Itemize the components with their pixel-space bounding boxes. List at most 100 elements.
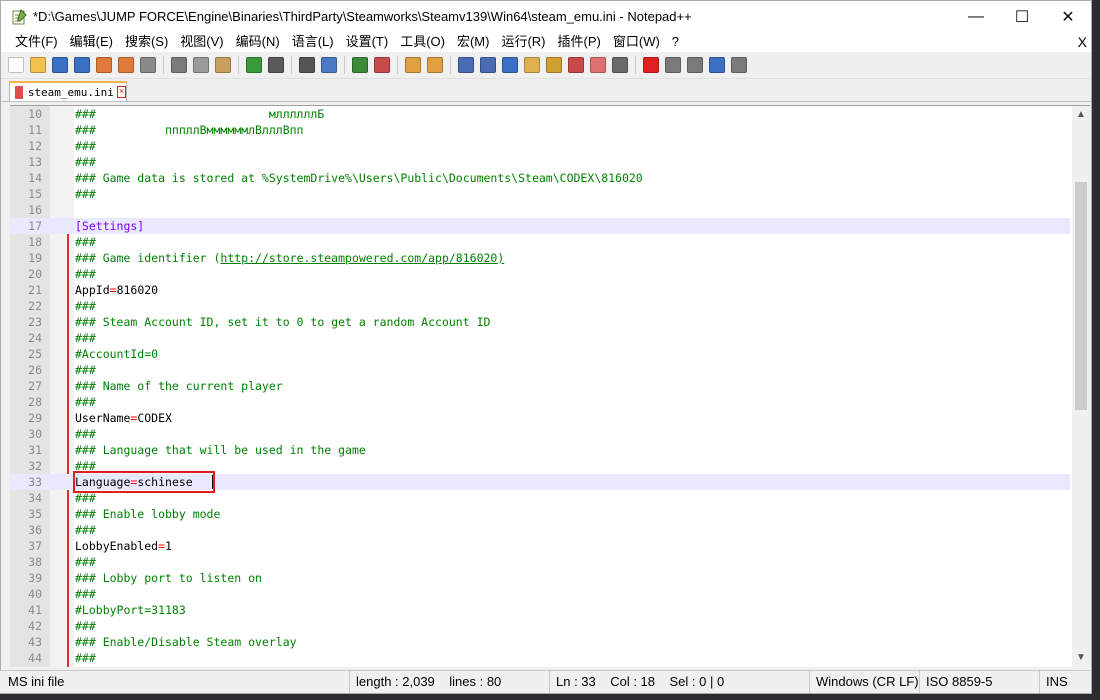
menu-item[interactable]: 宏(M): [451, 32, 496, 52]
code-line[interactable]: 16: [10, 202, 1070, 218]
code-line[interactable]: 27 ### Name of the current player: [10, 378, 1070, 394]
comment-text: ### Enable/Disable Steam overlay: [75, 635, 297, 649]
code-line[interactable]: 41 #LobbyPort=31183: [10, 602, 1070, 618]
function-list-icon[interactable]: [566, 55, 586, 75]
record-macro-icon[interactable]: [641, 55, 661, 75]
code-line[interactable]: 38 ###: [10, 554, 1070, 570]
menu-item[interactable]: 窗口(W): [607, 32, 666, 52]
scrollbar-thumb[interactable]: [1075, 182, 1087, 410]
redo-icon[interactable]: [266, 55, 286, 75]
code-line[interactable]: 28 ###: [10, 394, 1070, 410]
code-line[interactable]: 30 ###: [10, 426, 1070, 442]
code-line[interactable]: 29 UserName=CODEX: [10, 410, 1070, 426]
indent-guide-icon[interactable]: [500, 55, 520, 75]
line-text: ###: [75, 554, 96, 570]
vertical-scrollbar[interactable]: ▲ ▼: [1072, 106, 1090, 667]
code-line[interactable]: 24 ###: [10, 330, 1070, 346]
menu-item[interactable]: 编码(N): [230, 32, 286, 52]
comment-text: ###: [75, 299, 96, 313]
toolbar-separator: [344, 56, 345, 74]
save-all-icon[interactable]: [72, 55, 92, 75]
menu-item[interactable]: 编辑(E): [64, 32, 119, 52]
save-icon[interactable]: [50, 55, 70, 75]
menu-item[interactable]: 文件(F): [9, 32, 64, 52]
code-line[interactable]: 15 ###: [10, 186, 1070, 202]
title-bar: *D:\Games\JUMP FORCE\Engine\Binaries\Thi…: [1, 1, 1091, 32]
menu-item[interactable]: 插件(P): [552, 32, 607, 52]
code-line[interactable]: 22 ###: [10, 298, 1070, 314]
monitor-icon[interactable]: [610, 55, 630, 75]
zoom-out-icon[interactable]: [372, 55, 392, 75]
word-wrap-icon[interactable]: [456, 55, 476, 75]
code-line[interactable]: 35 ### Enable lobby mode: [10, 506, 1070, 522]
undo-icon[interactable]: [244, 55, 264, 75]
comment-text: ###: [75, 395, 96, 409]
hyperlink[interactable]: http://store.steampowered.com/app/816020…: [220, 251, 504, 265]
doc-map-icon[interactable]: [544, 55, 564, 75]
code-line[interactable]: 36 ###: [10, 522, 1070, 538]
paste-icon[interactable]: [213, 55, 233, 75]
close-all-icon[interactable]: [116, 55, 136, 75]
code-line[interactable]: 31 ### Language that will be used in the …: [10, 442, 1070, 458]
code-line[interactable]: 13 ###: [10, 154, 1070, 170]
close-icon[interactable]: [94, 55, 114, 75]
tab-steam-emu-ini[interactable]: steam_emu.ini ×: [9, 81, 127, 101]
editor-area[interactable]: 10 ### мллллллБ 11 ### пппллВммммммлВлллВпп…: [10, 105, 1090, 667]
code-line[interactable]: 40 ###: [10, 586, 1070, 602]
find-icon[interactable]: [297, 55, 317, 75]
code-line[interactable]: 39 ### Lobby port to listen on: [10, 570, 1070, 586]
scroll-down-icon[interactable]: ▼: [1072, 649, 1090, 667]
scroll-up-icon[interactable]: ▲: [1072, 106, 1090, 124]
window-title: *D:\Games\JUMP FORCE\Engine\Binaries\Thi…: [33, 9, 692, 24]
code-line[interactable]: 18 ###: [10, 234, 1070, 250]
menu-item[interactable]: 工具(O): [394, 32, 451, 52]
maximize-button[interactable]: ☐: [999, 1, 1045, 32]
close-document-button[interactable]: X: [1078, 32, 1087, 52]
user-lang-icon[interactable]: [522, 55, 542, 75]
code-line[interactable]: 43 ### Enable/Disable Steam overlay: [10, 634, 1070, 650]
play-multiple-icon[interactable]: [707, 55, 727, 75]
replace-icon[interactable]: [319, 55, 339, 75]
code-line[interactable]: 12 ###: [10, 138, 1070, 154]
cut-icon[interactable]: [169, 55, 189, 75]
line-text: ###: [75, 154, 96, 170]
code-line[interactable]: 37 LobbyEnabled=1: [10, 538, 1070, 554]
sync-v-icon[interactable]: [403, 55, 423, 75]
zoom-in-icon[interactable]: [350, 55, 370, 75]
new-file-icon[interactable]: [6, 55, 26, 75]
print-icon[interactable]: [138, 55, 158, 75]
line-text: #AccountId=0: [75, 346, 158, 362]
code-line[interactable]: 17 [Settings]: [10, 218, 1070, 234]
menu-item[interactable]: 语言(L): [286, 32, 340, 52]
stop-record-icon[interactable]: [663, 55, 683, 75]
minimize-button[interactable]: —: [953, 1, 999, 32]
menu-item[interactable]: 设置(T): [340, 32, 395, 52]
line-text: ###: [75, 330, 96, 346]
copy-icon[interactable]: [191, 55, 211, 75]
close-window-button[interactable]: ✕: [1045, 1, 1091, 32]
code-line[interactable]: 44 ###: [10, 650, 1070, 666]
code-line[interactable]: 26 ###: [10, 362, 1070, 378]
code-line[interactable]: 25 #AccountId=0: [10, 346, 1070, 362]
folder-workspace-icon[interactable]: [588, 55, 608, 75]
tab-close-icon[interactable]: ×: [116, 86, 126, 98]
comment-text: #AccountId=0: [75, 347, 159, 361]
code-line[interactable]: 19 ### Game identifier (http://store.stea…: [10, 250, 1070, 266]
open-file-icon[interactable]: [28, 55, 48, 75]
menu-item[interactable]: 视图(V): [174, 32, 229, 52]
sync-h-icon[interactable]: [425, 55, 445, 75]
menu-item[interactable]: ?: [666, 32, 685, 52]
code-line[interactable]: 11 ### пппллВммммммлВлллВпп: [10, 122, 1070, 138]
code-line[interactable]: 10 ### мллллллБ: [10, 106, 1070, 122]
save-macro-icon[interactable]: [729, 55, 749, 75]
code-line[interactable]: 21 AppId=816020: [10, 282, 1070, 298]
code-line[interactable]: 14 ### Game data is stored at %SystemDriv…: [10, 170, 1070, 186]
play-macro-icon[interactable]: [685, 55, 705, 75]
status-encoding: ISO 8859-5: [919, 671, 1039, 693]
code-line[interactable]: 23 ### Steam Account ID, set it to 0 to g…: [10, 314, 1070, 330]
code-line[interactable]: 20 ###: [10, 266, 1070, 282]
code-line[interactable]: 42 ###: [10, 618, 1070, 634]
menu-item[interactable]: 搜索(S): [119, 32, 174, 52]
show-all-chars-icon[interactable]: [478, 55, 498, 75]
menu-item[interactable]: 运行(R): [495, 32, 551, 52]
